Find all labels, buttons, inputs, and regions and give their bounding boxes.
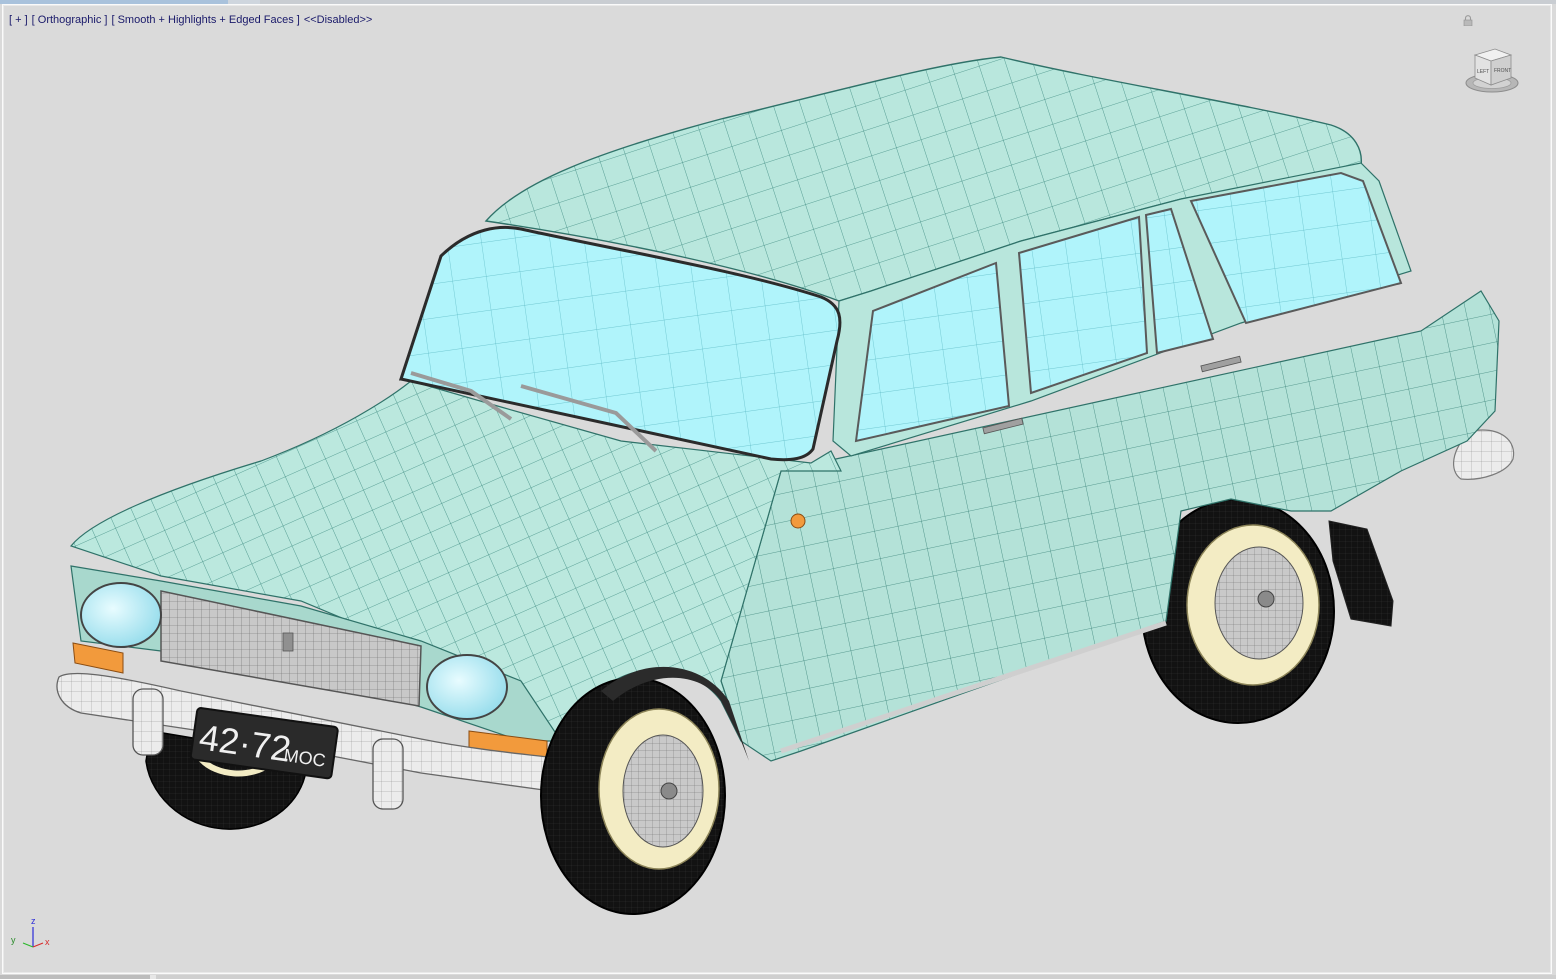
mudflap: [1328, 520, 1394, 627]
perspective-viewport[interactable]: [ + ] [ Orthographic ] [ Smooth + Highli…: [2, 4, 1552, 974]
rear-door-handle: [1200, 355, 1242, 373]
side-marker: [790, 513, 806, 529]
axis-y-label: y: [11, 935, 16, 945]
axis-z-label: z: [31, 916, 36, 926]
status-segment: [0, 975, 150, 979]
bumper-guard-right: [372, 738, 404, 810]
axis-x-label: x: [45, 937, 50, 947]
status-segment: [150, 975, 156, 979]
front-right-wheel: [540, 677, 726, 915]
headlight-right: [426, 654, 508, 720]
bumper-guard-left: [132, 688, 164, 756]
grille-emblem: [282, 632, 294, 652]
car-model[interactable]: 42·72 МОС: [3, 5, 1552, 974]
status-strip: [0, 975, 1556, 979]
axis-tripod-icon: z y x: [11, 916, 50, 948]
headlight-left: [80, 582, 162, 648]
